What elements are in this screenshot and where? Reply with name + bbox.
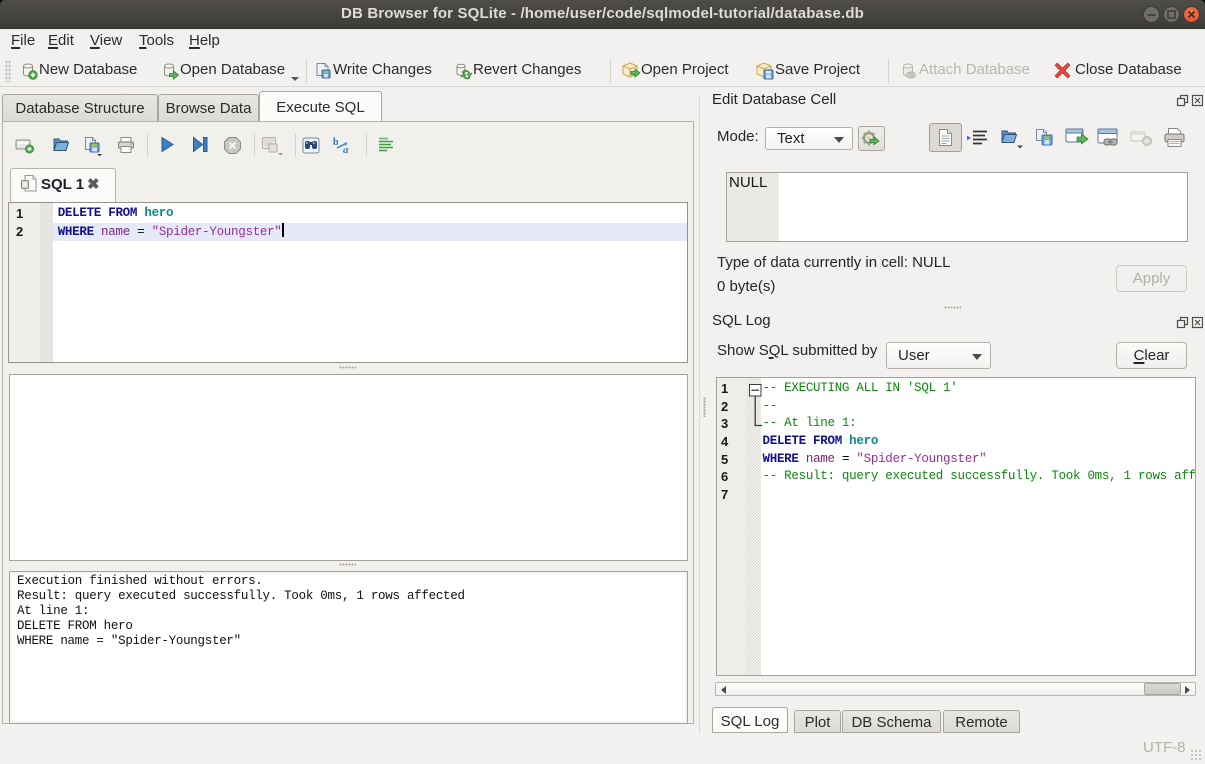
svg-text:b: b (333, 137, 339, 148)
